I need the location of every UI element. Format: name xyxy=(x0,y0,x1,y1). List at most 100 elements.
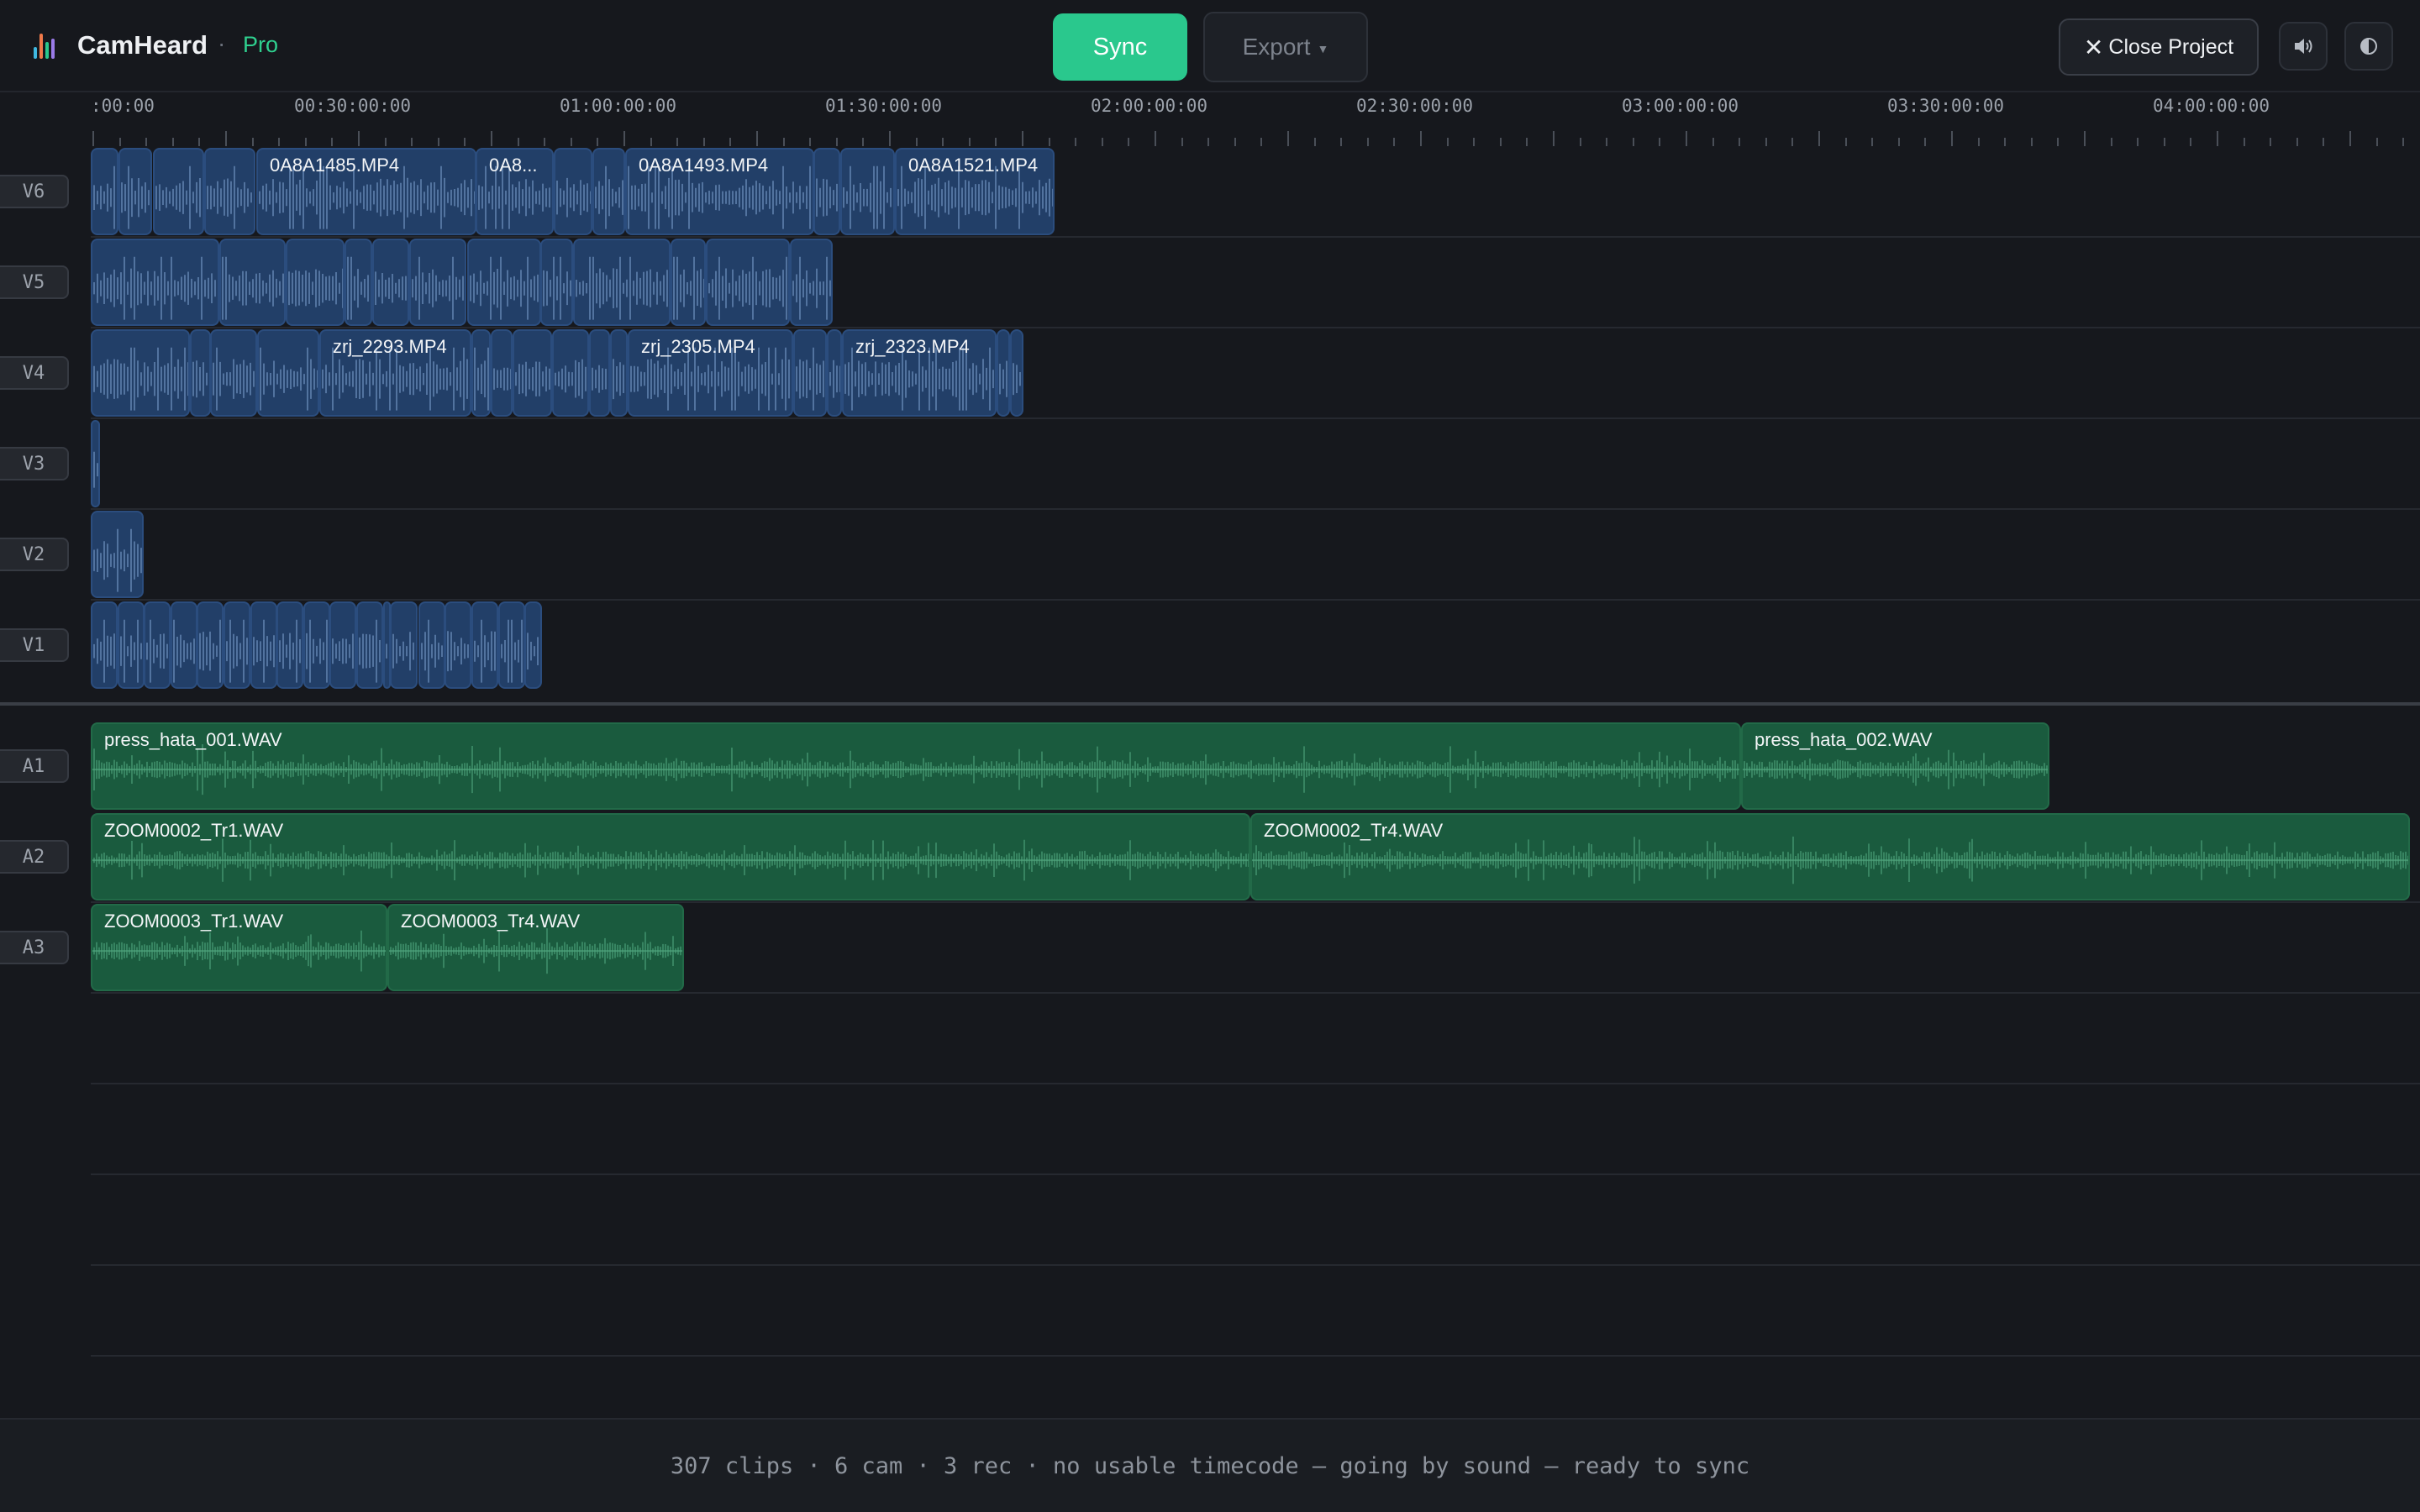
video-clip[interactable] xyxy=(706,239,790,326)
video-clip[interactable] xyxy=(540,239,573,326)
video-clip[interactable] xyxy=(524,601,542,689)
sync-button-label: Sync xyxy=(1092,33,1148,60)
video-clip[interactable] xyxy=(589,329,610,417)
video-clip[interactable] xyxy=(91,329,190,417)
clip-name: press_hata_002.WAV xyxy=(1754,729,1933,750)
ruler-tick xyxy=(1207,138,1209,146)
video-clip[interactable] xyxy=(91,601,118,689)
track-label-v5[interactable]: V5 xyxy=(0,265,69,299)
video-clip[interactable]: zrj_2305.MP4 xyxy=(628,329,793,417)
ruler-tick xyxy=(252,138,254,146)
video-clip[interactable] xyxy=(303,601,330,689)
video-clip[interactable] xyxy=(91,420,100,507)
ruler-tick xyxy=(597,138,598,146)
video-clip[interactable] xyxy=(144,601,171,689)
ruler-tick xyxy=(729,138,731,146)
video-clip[interactable] xyxy=(471,601,498,689)
clip-name: press_hata_001.WAV xyxy=(104,729,282,750)
track-label-v1[interactable]: V1 xyxy=(0,628,69,662)
video-clip[interactable] xyxy=(190,329,211,417)
video-clip[interactable] xyxy=(840,148,895,235)
export-button[interactable]: Export ▼ xyxy=(1203,12,1368,82)
audio-clip[interactable]: ZOOM0003_Tr4.WAV xyxy=(387,904,684,991)
video-clip[interactable] xyxy=(356,601,383,689)
waveform xyxy=(120,619,142,683)
video-clip[interactable] xyxy=(997,329,1010,417)
video-clip[interactable] xyxy=(790,239,833,326)
close-project-button[interactable]: ✕ Close Project xyxy=(2059,18,2259,76)
track-label-v6[interactable]: V6 xyxy=(0,175,69,208)
audio-clip[interactable]: ZOOM0003_Tr1.WAV xyxy=(91,904,387,991)
waveform xyxy=(474,619,496,683)
video-clip[interactable] xyxy=(445,601,471,689)
video-clip[interactable] xyxy=(224,601,250,689)
ruler-tick xyxy=(1500,138,1502,146)
video-clip[interactable] xyxy=(491,329,513,417)
video-clip[interactable] xyxy=(197,601,224,689)
video-clip[interactable] xyxy=(793,329,827,417)
video-clip[interactable] xyxy=(118,148,152,235)
video-clip[interactable] xyxy=(118,601,145,689)
sync-button[interactable]: Sync xyxy=(1053,13,1187,81)
audio-clip[interactable]: press_hata_001.WAV xyxy=(91,722,1741,810)
ruler-tick xyxy=(1340,138,1342,146)
video-clip[interactable] xyxy=(329,601,356,689)
video-clip[interactable] xyxy=(91,511,144,598)
video-clip[interactable]: 0A8A1493.MP4 xyxy=(625,148,814,235)
video-clip[interactable] xyxy=(467,239,541,326)
speaker-icon xyxy=(2295,39,2312,54)
track-label-a3[interactable]: A3 xyxy=(0,931,69,964)
volume-button[interactable] xyxy=(2279,22,2328,71)
status-text: 307 clips · 6 cam · 3 rec · no usable ti… xyxy=(670,1452,1750,1479)
video-clip[interactable] xyxy=(219,239,286,326)
video-clip[interactable]: zrj_2323.MP4 xyxy=(842,329,997,417)
video-clip[interactable]: 0A8... xyxy=(476,148,554,235)
video-clip[interactable] xyxy=(1010,329,1023,417)
audio-clip[interactable]: ZOOM0002_Tr1.WAV xyxy=(91,813,1250,900)
video-clip[interactable] xyxy=(204,148,255,235)
video-clip[interactable] xyxy=(552,329,589,417)
audio-clip[interactable]: ZOOM0002_Tr4.WAV xyxy=(1250,813,2410,900)
video-clip[interactable] xyxy=(513,329,552,417)
video-clip[interactable] xyxy=(471,329,491,417)
theme-toggle-button[interactable] xyxy=(2344,22,2393,71)
clip-name: 0A8A1493.MP4 xyxy=(639,155,769,176)
track-row-separator xyxy=(91,1355,2420,1357)
video-clip[interactable] xyxy=(372,239,409,326)
video-clip[interactable] xyxy=(286,239,345,326)
video-clip[interactable]: 0A8A1485.MP4 xyxy=(256,148,476,235)
clip-name: ZOOM0002_Tr1.WAV xyxy=(104,820,284,841)
waveform xyxy=(412,256,464,320)
video-clip[interactable] xyxy=(813,148,840,235)
video-clip[interactable] xyxy=(498,601,525,689)
video-clip[interactable] xyxy=(409,239,466,326)
video-clip[interactable] xyxy=(827,329,842,417)
audio-clip[interactable]: press_hata_002.WAV xyxy=(1741,722,2049,810)
video-clip[interactable] xyxy=(418,601,445,689)
video-clip[interactable] xyxy=(610,329,628,417)
ruler-tick xyxy=(2190,138,2191,146)
ruler-tick xyxy=(438,138,439,146)
video-clip[interactable] xyxy=(592,148,625,235)
video-clip[interactable] xyxy=(171,601,197,689)
track-label-v4[interactable]: V4 xyxy=(0,356,69,390)
video-clip[interactable] xyxy=(390,601,418,689)
video-clip[interactable] xyxy=(671,239,706,326)
track-label-v2[interactable]: V2 xyxy=(0,538,69,571)
video-clip[interactable] xyxy=(554,148,592,235)
video-clip[interactable] xyxy=(276,601,303,689)
track-label-a2[interactable]: A2 xyxy=(0,840,69,874)
video-clip[interactable]: zrj_2293.MP4 xyxy=(319,329,471,417)
video-clip[interactable] xyxy=(91,239,219,326)
video-clip[interactable] xyxy=(345,239,372,326)
timeline-ruler[interactable]: :00:00 00:30:00:00 01:00:00:00 01:30:00:00 0… xyxy=(0,92,2420,146)
video-clip[interactable] xyxy=(573,239,671,326)
track-label-v3[interactable]: V3 xyxy=(0,447,69,480)
video-clip[interactable] xyxy=(210,329,257,417)
video-clip[interactable] xyxy=(257,329,319,417)
video-clip[interactable]: 0A8A1521.MP4 xyxy=(895,148,1055,235)
video-clip[interactable] xyxy=(250,601,277,689)
video-clip[interactable] xyxy=(91,148,118,235)
video-clip[interactable] xyxy=(153,148,204,235)
track-label-a1[interactable]: A1 xyxy=(0,749,69,783)
